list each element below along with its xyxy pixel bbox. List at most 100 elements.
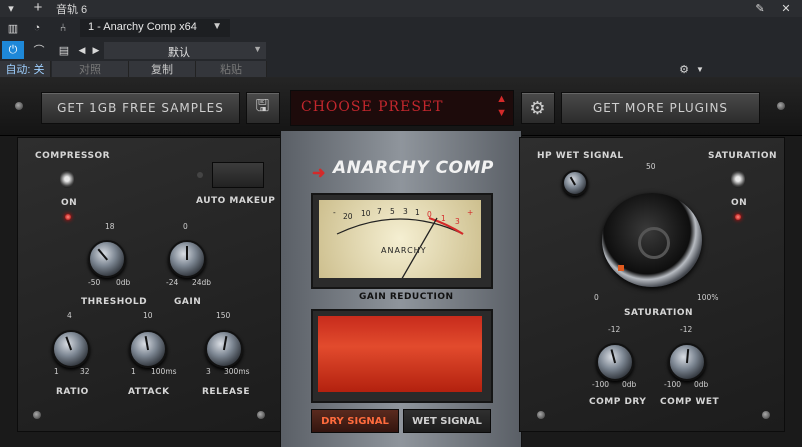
comp-wet-unit: 0db bbox=[694, 380, 709, 389]
meter-tick: 20 bbox=[343, 212, 353, 221]
saturation-knob-min: 0 bbox=[594, 293, 599, 302]
meter-minus: - bbox=[333, 208, 336, 217]
save-icon[interactable]: 🖫 bbox=[246, 92, 280, 124]
preset-select[interactable]: 默认 ▼ bbox=[104, 42, 266, 59]
chevron-down-icon[interactable]: ▼ bbox=[694, 61, 706, 77]
comp-wet-label: COMP WET bbox=[660, 397, 720, 407]
meter-face: - 20 10 7 5 3 1 0 1 3 + ANARCHY bbox=[319, 200, 481, 278]
release-max: 150 bbox=[216, 311, 231, 320]
more-plugins-button[interactable]: GET MORE PLUGINS bbox=[561, 92, 760, 124]
ratio-unit: 32 bbox=[80, 367, 90, 376]
preset-placeholder: CHOOSE PRESET bbox=[301, 99, 444, 115]
host-toolbar-3: 自动: 关 对照 复制 粘贴 ⚙ ▼ bbox=[0, 61, 802, 77]
pin-icon[interactable]: ✎ bbox=[752, 0, 768, 17]
track-title: 音轨 6 bbox=[56, 3, 88, 16]
attack-label: ATTACK bbox=[128, 387, 170, 397]
threshold-unit: 0db bbox=[116, 278, 131, 287]
attack-unit: 100ms bbox=[151, 367, 177, 376]
dry-signal-button[interactable]: DRY SIGNAL bbox=[311, 409, 399, 433]
saturation-knob[interactable] bbox=[602, 193, 702, 287]
screw-icon bbox=[777, 102, 785, 110]
automation-icon[interactable]: ⌒ bbox=[28, 41, 50, 59]
meter-tick: 1 bbox=[441, 214, 446, 223]
paste-button[interactable]: 粘贴 bbox=[196, 61, 267, 77]
gain-knob[interactable] bbox=[168, 240, 206, 278]
menu-down-icon[interactable]: ▾ bbox=[4, 0, 18, 17]
screw-icon bbox=[537, 411, 545, 419]
routing-icon[interactable]: ⑃ bbox=[53, 20, 73, 36]
saturation-knob-top: 50 bbox=[646, 162, 656, 171]
compare-button[interactable]: 对照 bbox=[52, 61, 129, 77]
comp-dry-top: -12 bbox=[608, 325, 621, 334]
attack-max: 10 bbox=[143, 311, 153, 320]
automation-state[interactable]: 自动: 关 bbox=[0, 61, 51, 77]
plugin-logo: ANARCHY COMP bbox=[333, 158, 494, 178]
release-knob[interactable] bbox=[205, 330, 243, 368]
screw-icon bbox=[257, 411, 265, 419]
wet-signal-button[interactable]: WET SIGNAL bbox=[403, 409, 491, 433]
compressor-led bbox=[65, 214, 71, 220]
threshold-knob[interactable] bbox=[88, 240, 126, 278]
compressor-label: COMPRESSOR bbox=[35, 151, 111, 161]
add-button[interactable]: + bbox=[30, 0, 46, 16]
attack-knob[interactable] bbox=[129, 330, 167, 368]
chevron-down-icon: ▼ bbox=[212, 21, 222, 32]
release-label: RELEASE bbox=[202, 387, 251, 397]
close-icon[interactable]: ✕ bbox=[778, 0, 794, 17]
compressor-toggle[interactable] bbox=[60, 170, 74, 188]
comp-dry-knob[interactable] bbox=[596, 343, 634, 381]
waveform-display bbox=[311, 309, 493, 403]
comp-dry-min: -100 bbox=[592, 380, 610, 389]
hp-wet-knob[interactable] bbox=[562, 170, 588, 196]
meter-plus: + bbox=[467, 208, 474, 217]
prev-preset-icon[interactable]: ◀ bbox=[77, 41, 87, 59]
saturation-toggle-label: SATURATION bbox=[708, 151, 778, 161]
gain-reduction-meter: - 20 10 7 5 3 1 0 1 3 + ANARCHY bbox=[311, 193, 493, 289]
waveform-screen bbox=[318, 316, 482, 392]
meter-tick: 3 bbox=[455, 217, 460, 226]
chevron-down-icon[interactable]: ▼ bbox=[496, 107, 507, 119]
attack-min: 1 bbox=[131, 367, 136, 376]
release-min: 3 bbox=[206, 367, 211, 376]
logo-arrow-icon: ➜ bbox=[312, 165, 326, 182]
gain-max: 0 bbox=[183, 222, 188, 231]
gain-label: GAIN bbox=[174, 297, 202, 307]
auto-makeup-led bbox=[197, 172, 203, 178]
saturation-knob-max: 100% bbox=[697, 293, 719, 302]
ratio-label: RATIO bbox=[56, 387, 89, 397]
preset-select-label: 默认 bbox=[168, 47, 190, 59]
preset-selector[interactable]: CHOOSE PRESET ▲ ▼ bbox=[290, 90, 514, 126]
preset-list-icon[interactable]: ▤ bbox=[57, 41, 71, 59]
auto-makeup-button[interactable] bbox=[212, 162, 264, 188]
gear-icon[interactable]: ⚙ bbox=[676, 61, 692, 77]
threshold-max: 18 bbox=[105, 222, 115, 231]
compressor-state: ON bbox=[61, 198, 78, 208]
free-samples-button[interactable]: GET 1GB FREE SAMPLES bbox=[41, 92, 240, 124]
copy-button[interactable]: 复制 bbox=[129, 61, 196, 77]
chevron-up-icon[interactable]: ▲ bbox=[496, 93, 507, 105]
plugin-instance-label: 1 - Anarchy Comp x64 bbox=[88, 21, 197, 33]
plugin-instance-select[interactable]: 1 - Anarchy Comp x64 ▼ bbox=[80, 19, 230, 37]
dial-icon[interactable]: ◔ bbox=[28, 20, 46, 36]
ratio-min: 1 bbox=[54, 367, 59, 376]
power-icon[interactable]: ⏻ bbox=[2, 41, 24, 59]
ratio-knob[interactable] bbox=[52, 330, 90, 368]
comp-dry-unit: 0db bbox=[622, 380, 637, 389]
threshold-min: -50 bbox=[88, 278, 101, 287]
meter-tick: 5 bbox=[390, 207, 395, 216]
host-toolbar-2: ⏻ ⌒ ▤ ◀ ▶ 默认 ▼ bbox=[0, 39, 802, 61]
auto-makeup-label: AUTO MAKEUP bbox=[196, 196, 276, 206]
meter-tick: 10 bbox=[361, 209, 371, 218]
meter-tick: 0 bbox=[427, 210, 432, 219]
comp-wet-knob[interactable] bbox=[668, 343, 706, 381]
mixer-icon[interactable]: ▥ bbox=[4, 20, 22, 36]
meter-tick: 3 bbox=[403, 207, 408, 216]
next-preset-icon[interactable]: ▶ bbox=[91, 41, 101, 59]
screw-icon bbox=[762, 411, 770, 419]
host-titlebar: ▾ + 音轨 6 ✎ ✕ bbox=[0, 0, 802, 17]
threshold-label: THRESHOLD bbox=[81, 297, 148, 307]
gain-unit: 24db bbox=[192, 278, 212, 287]
host-toolbar-1: ▥ ◔ ⑃ 1 - Anarchy Comp x64 ▼ bbox=[0, 17, 802, 39]
settings-gear-icon[interactable]: ⚙ bbox=[521, 92, 555, 124]
saturation-toggle[interactable] bbox=[731, 170, 745, 188]
